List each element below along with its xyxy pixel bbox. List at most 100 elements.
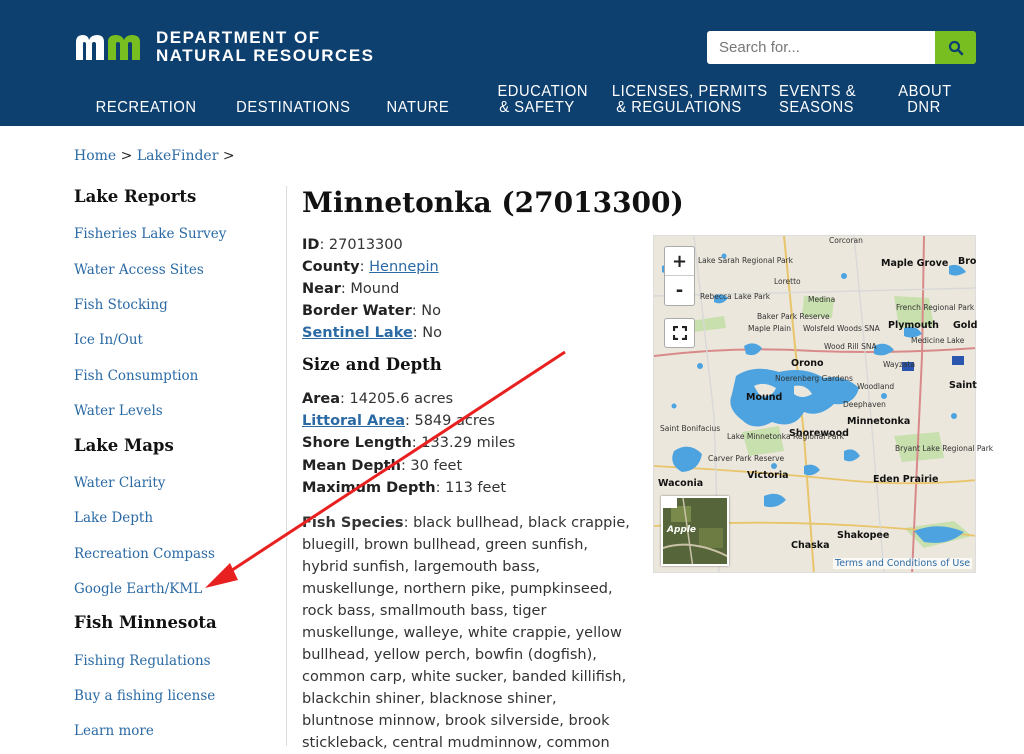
nav-label: RECREATION	[95, 99, 197, 116]
county-link[interactable]: Hennepin	[369, 259, 439, 275]
sidebar-heading-fish-minnesota: Fish Minnesota	[74, 613, 217, 632]
size-depth-heading: Size and Depth	[302, 355, 442, 374]
littoral-area-link[interactable]: Littoral Area	[302, 413, 405, 429]
breadcrumb-separator: >	[120, 148, 133, 164]
info-value: : 113 feet	[435, 480, 507, 496]
nav-label: LICENSES, PERMITS	[611, 83, 768, 100]
nav-label-2: SEASONS	[778, 99, 854, 116]
info-value: : 5849 acres	[404, 413, 495, 429]
map-label: Lake Minnetonka Regional Park	[727, 432, 844, 441]
dnr-logo[interactable]: DEPARTMENT OF NATURAL RESOURCES	[74, 29, 375, 65]
info-sentinel-lake: Sentinel Lake: No	[302, 325, 442, 341]
info-label: County	[302, 259, 360, 275]
map-label: Orono	[791, 358, 824, 369]
map-label: French Regional Park	[896, 303, 975, 312]
logo-line-1: DEPARTMENT OF	[156, 28, 321, 47]
map-label: Saint Bonifacius	[660, 424, 721, 433]
map-label: Wood Rill SNA	[824, 342, 877, 351]
nav-label: EVENTS &	[778, 83, 857, 100]
info-label: Shore Length	[302, 435, 412, 451]
site-header: DEPARTMENT OF NATURAL RESOURCES RECREATI…	[0, 0, 1024, 126]
map-label: Medicine Lake	[911, 336, 965, 345]
breadcrumb-lakefinder[interactable]: LakeFinder	[137, 148, 219, 164]
nav-licenses-permits[interactable]: LICENSES, PERMITS & REGULATIONS	[611, 83, 768, 116]
map-label: Woodland	[857, 382, 895, 391]
sidebar-link-buy-fishing-license[interactable]: Buy a fishing license	[74, 688, 215, 704]
map-label: Shakopee	[837, 530, 890, 541]
sidebar-link-water-access-sites[interactable]: Water Access Sites	[74, 262, 204, 278]
logo-line-2: NATURAL RESOURCES	[156, 46, 375, 65]
mn-logo-icon	[76, 35, 140, 60]
sidebar-link-fisheries-lake-survey[interactable]: Fisheries Lake Survey	[74, 226, 226, 242]
fullscreen-icon	[672, 326, 687, 340]
sidebar-link-google-earth-kml[interactable]: Google Earth/KML	[74, 581, 202, 597]
nav-education-safety[interactable]: EDUCATION & SAFETY	[497, 84, 587, 116]
breadcrumb-separator: >	[222, 148, 235, 164]
info-id: ID: 27013300	[302, 237, 403, 253]
info-label: Fish Species	[302, 515, 404, 531]
nav-about-dnr[interactable]: ABOUT DNR	[898, 83, 952, 116]
sidebar-link-recreation-compass[interactable]: Recreation Compass	[74, 546, 215, 562]
zoom-in-button[interactable]: +	[665, 247, 694, 276]
sidebar-link-water-levels[interactable]: Water Levels	[74, 403, 163, 419]
info-border-water: Border Water: No	[302, 303, 441, 319]
sidebar-divider	[286, 186, 287, 746]
map-label: Gold	[953, 320, 978, 331]
map-label: Mound	[746, 392, 783, 403]
map-label: Waconia	[658, 478, 704, 489]
nav-events-seasons[interactable]: EVENTS & SEASONS	[778, 83, 857, 116]
map-label: Maple Grove	[881, 258, 949, 269]
map-label: Maple Plain	[748, 324, 791, 333]
info-value: : 14205.6 acres	[340, 391, 454, 407]
nav-label: ABOUT	[898, 83, 952, 100]
sentinel-lake-link[interactable]: Sentinel Lake	[302, 325, 413, 341]
map-label: Victoria	[747, 470, 789, 481]
nav-label: DESTINATIONS	[236, 99, 351, 116]
breadcrumb: Home > LakeFinder >	[74, 148, 235, 164]
main-nav: RECREATION DESTINATIONS NATURE EDUCATION…	[0, 82, 1024, 122]
info-near: Near: Mound	[302, 281, 399, 297]
sidebar-link-water-clarity[interactable]: Water Clarity	[74, 475, 165, 491]
magnifier-icon	[948, 40, 963, 55]
sidebar-link-fishing-regulations[interactable]: Fishing Regulations	[74, 653, 211, 669]
sidebar-link-lake-depth[interactable]: Lake Depth	[74, 510, 153, 526]
info-label: Mean Depth	[302, 458, 401, 474]
fullscreen-button[interactable]	[664, 318, 695, 348]
nav-destinations[interactable]: DESTINATIONS	[236, 99, 351, 116]
sidebar-link-fish-stocking[interactable]: Fish Stocking	[74, 297, 168, 313]
map-label: Carver Park Reserve	[708, 454, 785, 463]
map-label: Medina	[808, 295, 836, 304]
map-label: Loretto	[774, 277, 801, 286]
map-label: Minnetonka	[847, 416, 911, 427]
page-title: Minnetonka (27013300)	[302, 186, 684, 219]
map-label: Chaska	[791, 540, 830, 551]
search-input[interactable]	[707, 31, 935, 64]
info-label: Maximum Depth	[302, 480, 436, 496]
info-value: : Mound	[340, 281, 400, 297]
nav-nature[interactable]: NATURE	[387, 100, 449, 116]
map-label: Wayzata	[883, 360, 916, 369]
nav-label-2: DNR	[907, 99, 941, 116]
nav-label-2: & SAFETY	[499, 99, 575, 116]
sidebar-link-learn-more[interactable]: Learn more	[74, 723, 154, 739]
map-label: Lake Sarah Regional Park	[698, 256, 793, 265]
map-label: Corcoran	[829, 236, 863, 245]
map-terms-link[interactable]: Terms and Conditions of Use	[833, 558, 973, 569]
map-label: Rebecca Lake Park	[700, 292, 771, 301]
nav-recreation[interactable]: RECREATION	[95, 99, 197, 116]
info-value: : 133.29 miles	[411, 435, 516, 451]
logo-wordmark: DEPARTMENT OF NATURAL RESOURCES	[156, 29, 375, 65]
info-littoral-area: Littoral Area: 5849 acres	[302, 413, 495, 429]
sidebar-link-ice-in-out[interactable]: Ice In/Out	[74, 332, 143, 348]
info-value: : No	[412, 325, 443, 341]
zoom-out-button[interactable]: -	[665, 276, 694, 305]
map-label: Deephaven	[843, 400, 886, 409]
map-label: Bro	[958, 256, 977, 267]
map-label: Plymouth	[888, 320, 939, 331]
info-label: ID	[302, 237, 320, 253]
breadcrumb-home[interactable]: Home	[74, 148, 116, 164]
search-button[interactable]	[935, 31, 976, 64]
sidebar-heading-lake-reports: Lake Reports	[74, 187, 197, 206]
sidebar-link-fish-consumption[interactable]: Fish Consumption	[74, 368, 198, 384]
map-label: Saint	[949, 380, 977, 391]
